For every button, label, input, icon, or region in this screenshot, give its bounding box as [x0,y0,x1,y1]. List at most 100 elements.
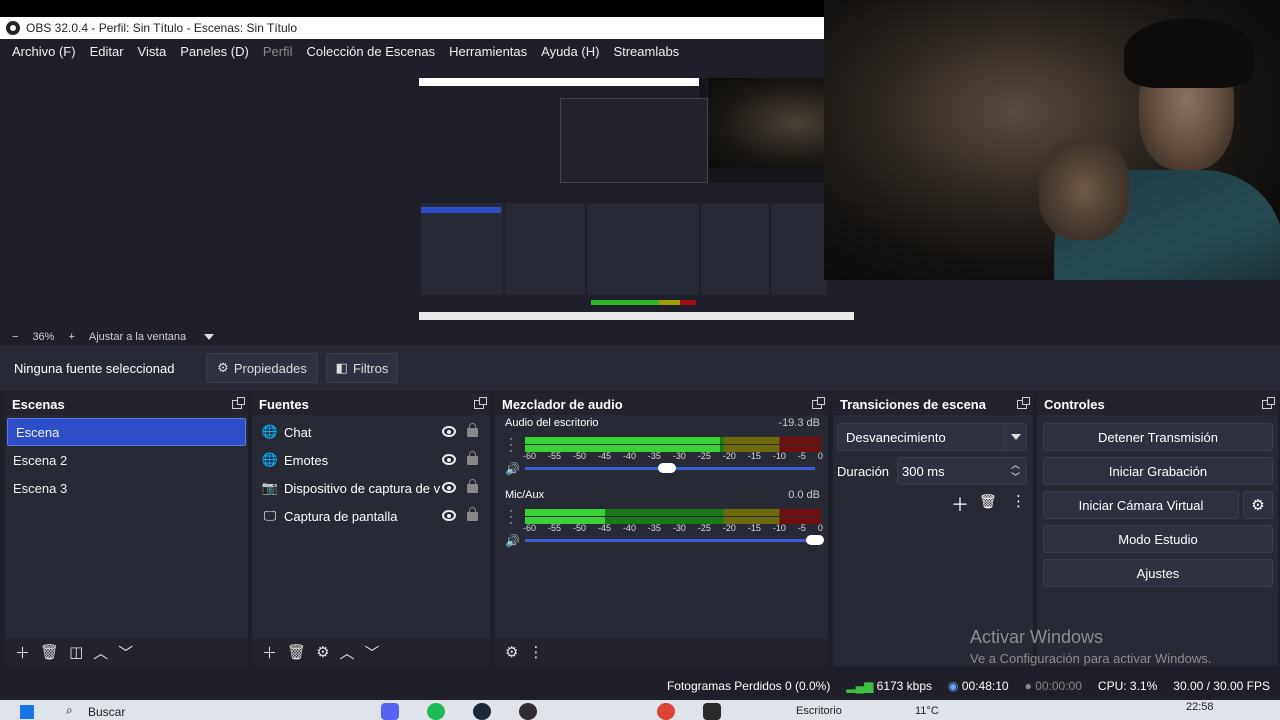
menu-editar[interactable]: Editar [90,44,124,59]
menu-vista[interactable]: Vista [138,44,167,59]
scene-item[interactable]: Escena 3 [5,474,248,502]
chevron-up-icon[interactable]: ︿ [340,642,355,663]
chevron-down-icon[interactable]: ﹀ [365,642,380,663]
windows-start-icon[interactable] [20,705,34,719]
duration-label: Duración [837,464,890,479]
properties-button[interactable]: ⚙ Propiedades [206,353,318,383]
kebab-menu-icon[interactable]: ⋮ [528,643,543,661]
webcam-hand [1039,140,1129,240]
chevron-down-icon[interactable] [1004,424,1026,450]
zoom-out-button[interactable]: − [12,331,18,343]
undock-icon[interactable] [232,396,245,409]
meter-tick-label: -15 [747,523,761,533]
spin-arrows-icon[interactable]: ︿ ﹀ [1011,459,1020,483]
capture-panels [419,183,854,320]
menu-coleccion[interactable]: Colección de Escenas [306,44,435,59]
screen: OBS 32.0.4 - Perfil: Sin Título - Escena… [0,0,1280,720]
eye-icon[interactable] [442,482,456,493]
add-source-icon[interactable]: ＋ [262,642,277,663]
source-item[interactable]: 🌐 Emotes [252,446,490,474]
transition-select[interactable]: Desvanecimiento [837,423,1027,451]
eye-icon[interactable] [442,426,456,437]
meter-tick-label: -20 [722,451,736,461]
source-item[interactable]: 🖵 Captura de pantalla [252,502,490,530]
studio-mode-button[interactable]: Modo Estudio [1043,525,1273,553]
undock-icon[interactable] [1017,396,1030,409]
eye-icon[interactable] [442,454,456,465]
spotify-icon[interactable] [427,703,445,720]
bitrate-value: 6173 kbps [876,679,933,693]
trash-icon[interactable]: 🗑 [979,493,997,510]
meter-tick-label: -25 [697,523,711,533]
meter-tick-label: -60 [523,451,537,461]
speaker-icon[interactable]: 🔊 [505,534,520,548]
kebab-menu-icon[interactable]: · · · [509,432,513,456]
add-transition-icon[interactable]: ＋ [951,491,969,517]
menu-paneles[interactable]: Paneles (D) [180,44,249,59]
signal-icon: ▂▄▆ [846,679,874,693]
scene-item[interactable]: Escena [7,418,246,446]
meter-tick-label: -35 [647,523,661,533]
meter-tick-label: -35 [647,451,661,461]
lock-icon[interactable] [467,451,478,465]
speaker-icon[interactable]: 🔊 [505,462,520,476]
start-recording-button[interactable]: Iniciar Grabación [1043,457,1273,485]
volume-handle[interactable] [806,535,824,545]
duration-spinbox[interactable]: 300 ms ︿ ﹀ [897,457,1027,485]
meter-ticks: -60 -55 -50 -45 -40 -35 -30 -25 -20 -15 -10 -5 0 [523,451,823,461]
taskbar-desktop[interactable]: Escritorio [796,705,842,717]
stop-stream-button[interactable]: Detener Transmisión [1043,423,1273,451]
meter-tick-label: -50 [572,523,586,533]
zoom-in-button[interactable]: + [68,331,74,343]
capture-scenes-panel [421,203,503,295]
undock-icon[interactable] [812,396,825,409]
zoom-dropdown-icon[interactable] [204,333,215,340]
discord-icon[interactable] [381,703,399,720]
level-meter [525,509,821,516]
undock-icon[interactable] [1262,396,1275,409]
meter-tick-label: -15 [747,451,761,461]
scene-filter-icon[interactable]: ◫ [69,643,83,661]
lock-icon[interactable] [467,479,478,493]
volume-slider[interactable] [525,539,815,542]
gear-icon[interactable]: ⚙ [316,643,329,661]
filters-button[interactable]: ◧ Filtros [326,353,398,383]
kebab-menu-icon[interactable]: ⋮ [1011,492,1026,510]
epic-games-icon[interactable] [703,703,721,720]
virtual-camera-settings-button[interactable]: ⚙ [1243,491,1273,519]
scene-item[interactable]: Escena 2 [5,446,248,474]
controls-dock: Controles Detener Transmisión Iniciar Gr… [1037,393,1278,666]
chevron-down-icon[interactable]: ﹀ [118,642,133,663]
globe-icon: 🌐 [261,424,279,439]
advanced-audio-icon[interactable]: ⚙ [505,643,518,661]
settings-button[interactable]: Ajustes [1043,559,1273,587]
meter-tick-label: 0 [817,523,823,533]
menu-archivo[interactable]: Archivo (F) [12,44,76,59]
chevron-up-icon[interactable]: ︿ [93,642,108,663]
menu-herramientas[interactable]: Herramientas [449,44,527,59]
steam-icon[interactable] [473,703,491,720]
taskbar-clock[interactable]: 22:58 [1186,701,1214,713]
menu-ayuda[interactable]: Ayuda (H) [541,44,599,59]
source-item[interactable]: 🌐 Chat [252,418,490,446]
obs-taskbar-icon[interactable] [519,703,537,720]
search-icon[interactable]: ⌕ [66,703,73,718]
chrome-icon[interactable] [657,703,675,720]
source-item[interactable]: 📷 Dispositivo de captura de v [252,474,490,502]
menu-perfil[interactable]: Perfil [263,44,293,59]
stream-time: ◉ 00:48:10 [948,679,1009,693]
record-icon: ● [1024,679,1032,693]
kebab-menu-icon[interactable]: · · · [509,504,513,528]
volume-handle[interactable] [658,463,677,473]
add-scene-icon[interactable]: ＋ [15,642,30,663]
trash-icon[interactable]: 🗑 [287,643,306,661]
lock-icon[interactable] [467,507,478,521]
menu-streamlabs[interactable]: Streamlabs [613,44,679,59]
eye-icon[interactable] [442,510,456,521]
lock-icon[interactable] [467,423,478,437]
undock-icon[interactable] [474,396,487,409]
taskbar-search[interactable]: Buscar [88,705,125,719]
channel-db: 0.0 dB [788,489,820,501]
trash-icon[interactable]: 🗑 [40,643,59,661]
start-virtual-camera-button[interactable]: Iniciar Cámara Virtual [1043,491,1239,519]
